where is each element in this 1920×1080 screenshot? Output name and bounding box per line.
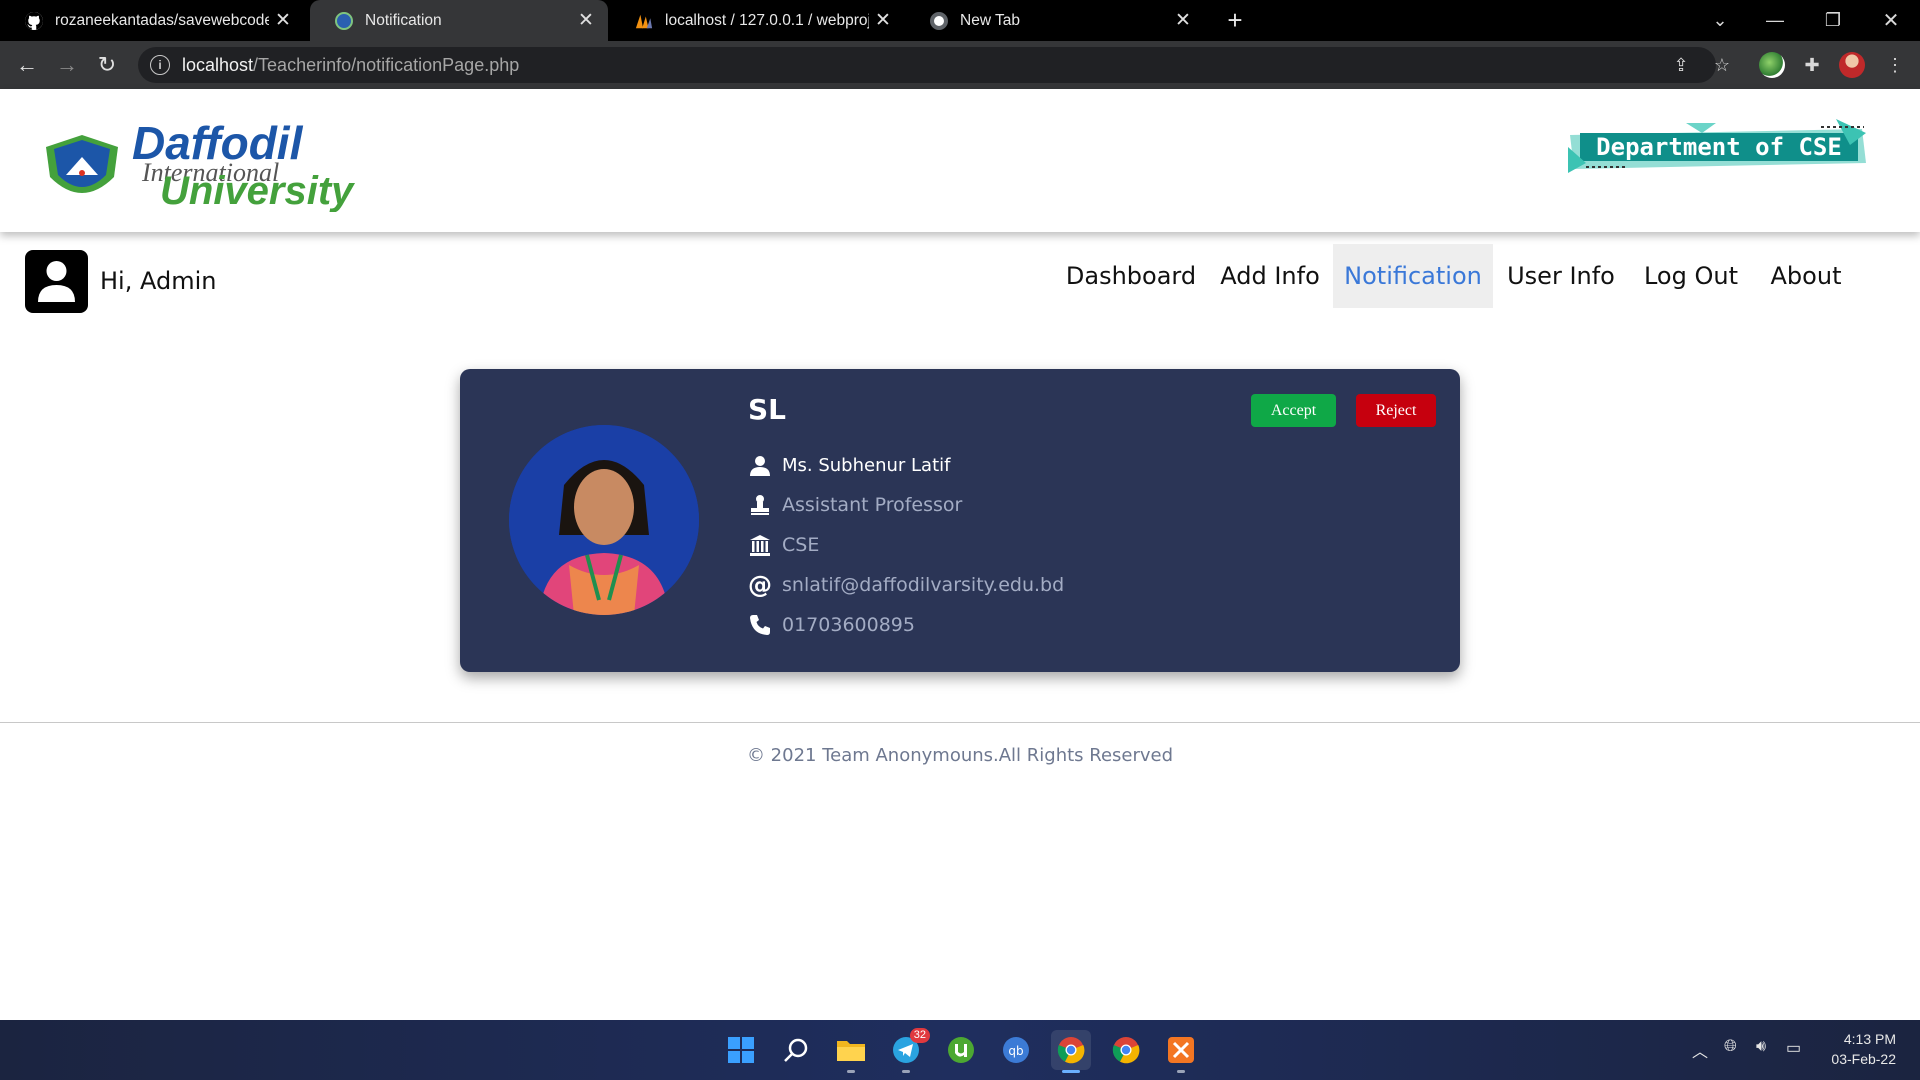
teacher-request-card: SL Accept Reject Ms. Subhenur Latif Assi…: [460, 369, 1460, 672]
tab-notification[interactable]: Notification ✕: [310, 0, 608, 41]
tab-search-chevron-icon[interactable]: ⌄: [1695, 0, 1745, 41]
forward-button[interactable]: →: [50, 48, 84, 82]
telegram-badge: 32: [909, 1028, 930, 1043]
building-icon: [748, 533, 772, 557]
phone-icon: [748, 613, 772, 637]
search-icon[interactable]: [776, 1030, 816, 1070]
language-globe-icon[interactable]: 🌐︎: [1724, 1038, 1737, 1056]
qbittorrent-icon[interactable]: qb: [996, 1030, 1036, 1070]
tab-title: New Tab: [960, 11, 1021, 29]
windows-taskbar: 32 qb ︿ 🌐︎ 🔊︎ ▭ 4:13 PM 03-Feb-22: [0, 1020, 1920, 1080]
tab-title: rozaneekantadas/savewebcode: [55, 11, 269, 29]
new-tab-button[interactable]: +: [1220, 5, 1250, 36]
close-tab-icon[interactable]: ✕: [1169, 9, 1197, 32]
running-indicator: [1177, 1070, 1185, 1073]
chrome-icon: [930, 11, 948, 30]
teacher-designation-row: Assistant Professor: [748, 490, 962, 520]
department-banner-text: Department of CSE: [1596, 133, 1842, 161]
bookmark-star-icon[interactable]: ☆: [1707, 50, 1737, 80]
tab-phpmyadmin[interactable]: localhost / 127.0.0.1 / webproject ✕: [610, 0, 905, 41]
user-icon: [748, 453, 772, 477]
diu-logo[interactable]: Daffodil International University: [42, 117, 362, 213]
teacher-email: snlatif@daffodilvarsity.edu.bd: [782, 574, 1065, 596]
teacher-name: Ms. Subhenur Latif: [782, 454, 951, 476]
address-bar[interactable]: i localhost/Teacherinfo/notificationPage…: [138, 47, 1716, 83]
teacher-photo: [509, 425, 699, 615]
nav-add-info[interactable]: Add Info: [1208, 244, 1332, 308]
teacher-department-row: CSE: [748, 530, 819, 560]
teacher-phone-row: 01703600895: [748, 610, 915, 640]
nav-log-out[interactable]: Log Out: [1636, 244, 1746, 308]
tab-title: localhost / 127.0.0.1 / webproject: [665, 11, 869, 29]
back-button[interactable]: ←: [10, 48, 44, 82]
battery-icon[interactable]: ▭: [1786, 1038, 1801, 1058]
admin-greeting: Hi, Admin: [100, 267, 217, 295]
department-of-cse-banner: Department of CSE: [1566, 117, 1872, 181]
running-indicator: [1062, 1070, 1080, 1073]
windows-start-icon[interactable]: [721, 1030, 761, 1070]
close-window-button[interactable]: ✕: [1866, 0, 1916, 41]
nav-about[interactable]: About: [1758, 244, 1854, 308]
teacher-name-row: Ms. Subhenur Latif: [748, 450, 951, 480]
user-avatar-icon: [25, 250, 88, 313]
volume-icon[interactable]: 🔊︎: [1756, 1038, 1766, 1056]
teacher-designation: Assistant Professor: [782, 494, 963, 516]
browser-tab-strip: rozaneekantadas/savewebcode ✕ Notificati…: [0, 0, 1920, 41]
taskbar-clock[interactable]: 4:13 PM 03-Feb-22: [1831, 1029, 1896, 1069]
close-tab-icon[interactable]: ✕: [572, 9, 600, 32]
reject-button[interactable]: Reject: [1356, 394, 1436, 427]
nav-user-info[interactable]: User Info: [1498, 244, 1624, 308]
teacher-email-row: @ snlatif@daffodilvarsity.edu.bd: [748, 570, 1064, 600]
chrome-menu-icon[interactable]: ⋮: [1880, 50, 1910, 80]
file-explorer-icon[interactable]: [831, 1030, 871, 1073]
chrome-profile-taskbar-icon[interactable]: [1106, 1030, 1146, 1070]
reload-button[interactable]: ↻: [90, 48, 124, 82]
running-indicator: [847, 1070, 855, 1073]
minimize-button[interactable]: —: [1750, 0, 1800, 41]
github-icon: [25, 11, 43, 30]
nav-notification[interactable]: Notification: [1333, 244, 1493, 308]
site-info-icon[interactable]: i: [150, 55, 170, 75]
clock-date: 03-Feb-22: [1831, 1051, 1896, 1067]
phpmyadmin-icon: [635, 12, 653, 30]
utorrent-icon[interactable]: [941, 1030, 981, 1070]
profile-avatar[interactable]: [1837, 50, 1867, 80]
restore-button[interactable]: ❐: [1808, 0, 1858, 41]
close-tab-icon[interactable]: ✕: [269, 9, 297, 32]
tab-new-tab[interactable]: New Tab ✕: [905, 0, 1205, 41]
extension-globe-icon[interactable]: [1757, 50, 1787, 80]
browser-toolbar: ← → ↻ i localhost/Teacherinfo/notificati…: [0, 41, 1920, 89]
teacher-department: CSE: [782, 534, 820, 556]
accept-button[interactable]: Accept: [1251, 394, 1336, 427]
share-icon[interactable]: ⇪: [1666, 50, 1696, 80]
xampp-icon[interactable]: [1161, 1030, 1201, 1073]
chrome-taskbar-icon[interactable]: [1051, 1030, 1091, 1073]
diu-favicon-icon: [335, 11, 353, 30]
teacher-short-code: SL: [748, 393, 787, 426]
stamp-icon: [748, 493, 772, 517]
tab-title: Notification: [365, 11, 442, 29]
telegram-icon[interactable]: 32: [886, 1028, 930, 1073]
show-hidden-icons-chevron[interactable]: ︿: [1692, 1038, 1708, 1062]
svg-text:qb: qb: [1008, 1044, 1023, 1058]
clock-time: 4:13 PM: [1843, 1031, 1896, 1047]
footer-copyright: © 2021 Team Anonymouns.All Rights Reserv…: [746, 745, 1174, 766]
tab-github[interactable]: rozaneekantadas/savewebcode ✕: [0, 0, 305, 41]
url-host: localhost: [182, 54, 254, 75]
site-header: Daffodil International University Depart…: [0, 89, 1920, 232]
extensions-puzzle-icon[interactable]: ✚: [1797, 50, 1827, 80]
footer-divider: [0, 722, 1920, 723]
close-tab-icon[interactable]: ✕: [869, 9, 897, 32]
logo-university-text: University: [160, 169, 355, 212]
at-sign-icon: @: [748, 571, 772, 599]
nav-dashboard[interactable]: Dashboard: [1066, 244, 1196, 308]
url-path: /Teacherinfo/notificationPage.php: [253, 54, 520, 75]
running-indicator: [902, 1070, 910, 1073]
user-nav-bar: Hi, Admin Dashboard Add Info Notificatio…: [0, 232, 1920, 322]
teacher-phone: 01703600895: [782, 614, 915, 636]
